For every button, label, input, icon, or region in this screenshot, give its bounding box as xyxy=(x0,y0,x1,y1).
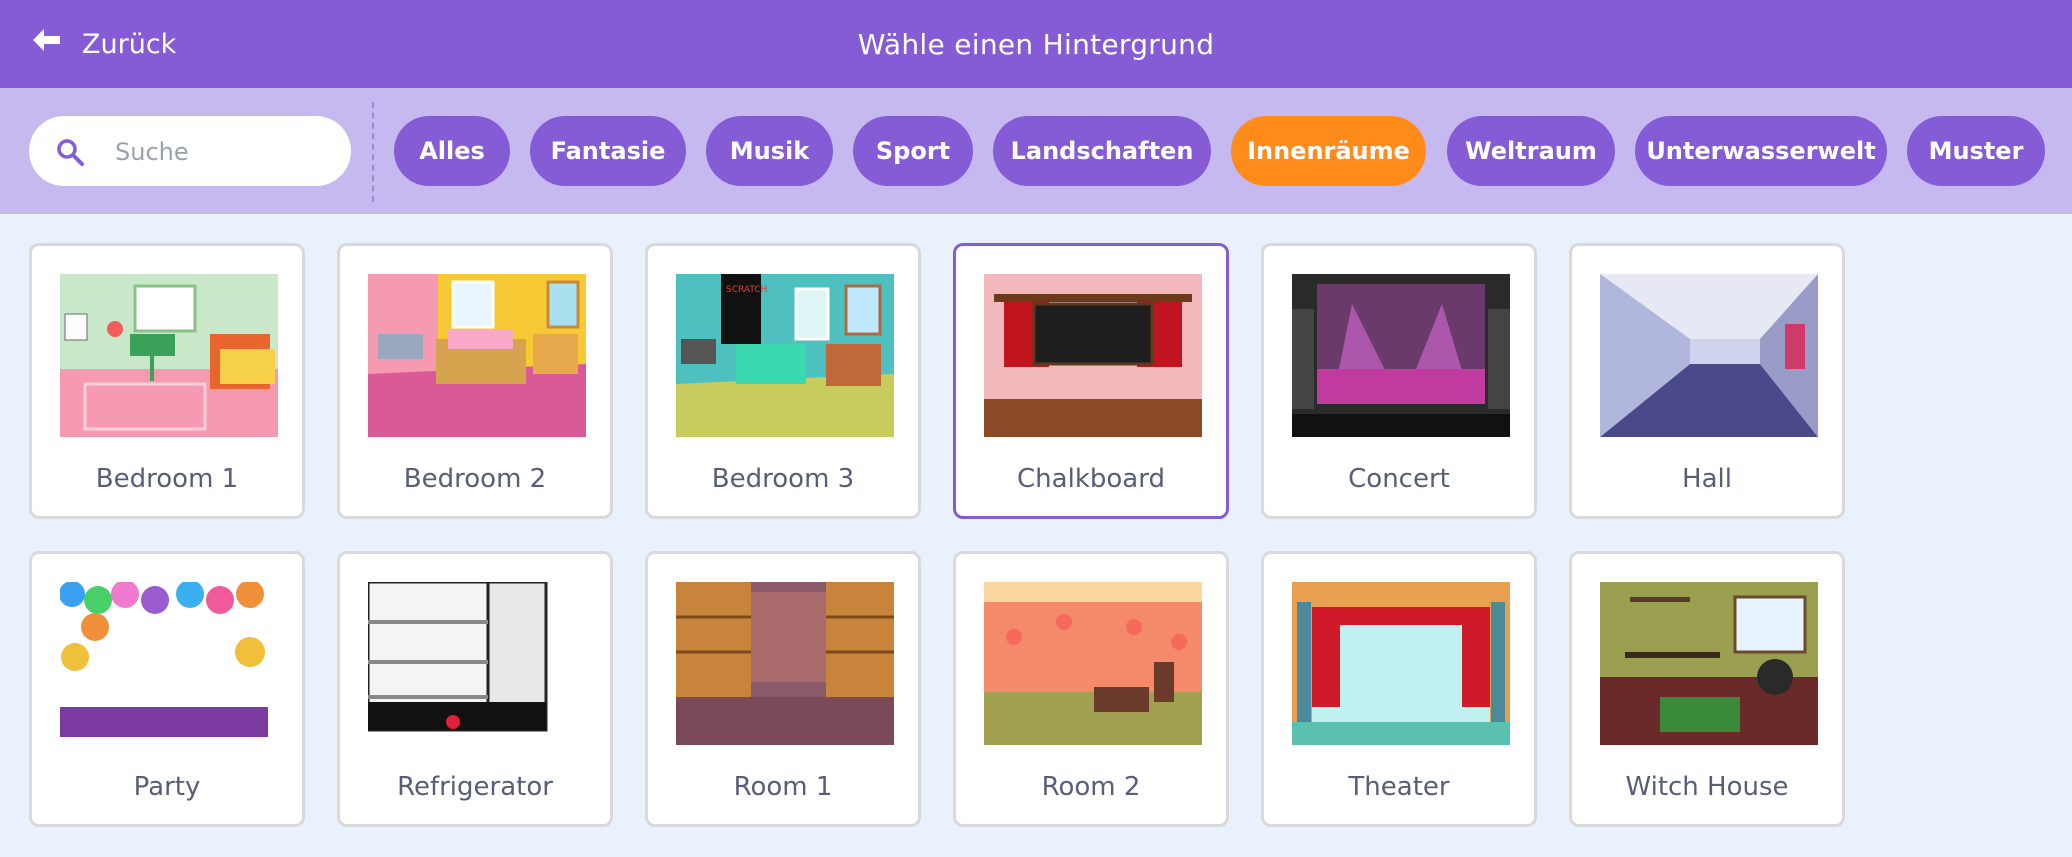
backdrop-thumbnail xyxy=(1600,274,1818,437)
backdrop-card-hall[interactable]: Hall xyxy=(1569,243,1845,519)
backdrop-label: Refrigerator xyxy=(397,772,553,802)
backdrop-card-refrigerator[interactable]: Refrigerator xyxy=(337,551,613,827)
backdrop-thumbnail xyxy=(1600,582,1818,745)
tag-weltraum[interactable]: Weltraum xyxy=(1447,116,1615,186)
backdrop-thumbnail: SCRATCH xyxy=(676,274,894,437)
backdrop-label: Bedroom 3 xyxy=(711,464,855,494)
backdrop-label: Concert xyxy=(1348,464,1450,494)
tag-fantasie[interactable]: Fantasie xyxy=(530,116,686,186)
back-label: Zurück xyxy=(82,28,177,60)
backdrop-label: Party xyxy=(133,772,201,802)
search-icon xyxy=(57,139,84,166)
backdrop-label: Witch House xyxy=(1625,772,1789,802)
backdrop-label: Bedroom 2 xyxy=(403,464,547,494)
backdrop-card-concert[interactable]: Concert xyxy=(1261,243,1537,519)
backdrop-label: Room 2 xyxy=(1041,772,1141,802)
backdrop-label: Chalkboard xyxy=(1017,464,1165,494)
backdrop-label: Bedroom 1 xyxy=(95,464,239,494)
backdrop-card-party[interactable]: Party xyxy=(29,551,305,827)
backdrop-card-bedroom-1[interactable]: Bedroom 1 xyxy=(29,243,305,519)
tag-muster[interactable]: Muster xyxy=(1907,116,2045,186)
backdrop-thumbnail xyxy=(676,582,894,745)
back-arrow-icon xyxy=(30,24,64,65)
header-bar: Wähle einen Hintergrund Zurück xyxy=(0,0,2072,88)
backdrop-thumbnail xyxy=(368,582,586,745)
backdrop-label: Hall xyxy=(1682,464,1732,494)
backdrop-label: Theater xyxy=(1348,772,1450,802)
backdrop-thumbnail xyxy=(368,274,586,437)
backdrop-thumbnail xyxy=(984,582,1202,745)
backdrop-thumbnail xyxy=(1292,274,1510,437)
backdrop-thumbnail xyxy=(1292,582,1510,745)
backdrop-card-bedroom-2[interactable]: Bedroom 2 xyxy=(337,243,613,519)
backdrop-card-theater[interactable]: Theater xyxy=(1261,551,1537,827)
backdrop-card-witch-house[interactable]: Witch House xyxy=(1569,551,1845,827)
backdrop-label: Room 1 xyxy=(733,772,833,802)
backdrop-thumbnail xyxy=(60,582,278,745)
search-box[interactable] xyxy=(29,116,351,186)
tag-landschaften[interactable]: Landschaften xyxy=(993,116,1211,186)
backdrop-card-bedroom-3[interactable]: SCRATCH Bedroom 3 xyxy=(645,243,921,519)
tag-musik[interactable]: Musik xyxy=(706,116,833,186)
tag-alles[interactable]: Alles xyxy=(394,116,510,186)
back-button[interactable]: Zurück xyxy=(30,22,176,66)
tag-sport[interactable]: Sport xyxy=(853,116,973,186)
backdrop-thumbnail xyxy=(60,274,278,437)
search-input[interactable] xyxy=(113,130,337,174)
tag-unterwasserwelt[interactable]: Unterwasserwelt xyxy=(1635,116,1887,186)
page-title: Wähle einen Hintergrund xyxy=(857,27,1215,61)
backdrop-thumbnail xyxy=(984,274,1202,437)
backdrop-card-room-1[interactable]: Room 1 xyxy=(645,551,921,827)
filter-bar: Alles Fantasie Musik Sport Landschaften … xyxy=(0,88,2072,214)
tag-innenraeume[interactable]: Innenräume xyxy=(1231,116,1426,186)
svg-text:SCRATCH: SCRATCH xyxy=(726,285,767,295)
backdrop-card-chalkboard[interactable]: Chalkboard xyxy=(953,243,1229,519)
backdrop-card-room-2[interactable]: Room 2 xyxy=(953,551,1229,827)
filter-divider xyxy=(372,102,374,202)
